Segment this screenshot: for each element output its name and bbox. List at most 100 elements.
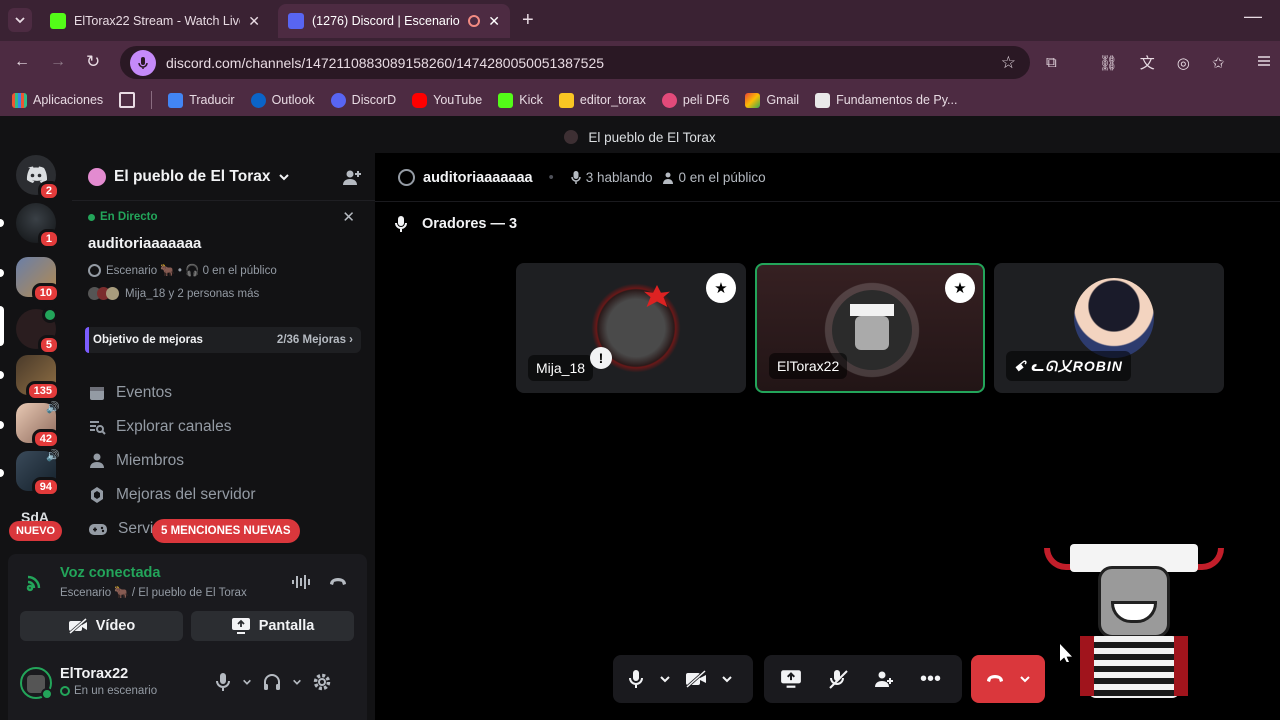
leave-stage-button[interactable] (971, 655, 1045, 703)
invite-people-icon[interactable] (342, 168, 362, 188)
bookmark-youtube[interactable]: YouTube (412, 92, 482, 108)
server-icon-2[interactable]: 10 (16, 257, 60, 303)
separator: • (548, 169, 554, 186)
link-icon[interactable]: ⛓ (1099, 54, 1118, 72)
speaker-icon: 🔊 (46, 450, 60, 462)
divider (151, 91, 153, 109)
disconnect-icon[interactable] (328, 574, 348, 590)
new-tab-icon[interactable]: + (522, 9, 534, 32)
move-to-audience-icon[interactable] (828, 669, 848, 689)
speaker-tile[interactable]: Mija_18 ! ★ (516, 263, 746, 393)
nav-eventos[interactable]: Eventos (88, 384, 172, 402)
reload-icon[interactable]: ↻ (86, 52, 100, 72)
server-name-button[interactable]: El pueblo de El Torax (88, 168, 290, 186)
lens-icon[interactable]: ◎ (1177, 54, 1190, 72)
notification-badge: 5 (37, 335, 60, 355)
back-icon[interactable]: ← (14, 53, 30, 71)
new-badge[interactable]: NUEVO (9, 521, 63, 541)
new-mentions-pill[interactable]: 5 MENCIONES NUEVAS (152, 519, 300, 543)
server-icon-6[interactable]: 🔊 94 (16, 450, 60, 497)
chevron-down-icon (15, 17, 25, 24)
nav-label: Miembros (116, 452, 185, 469)
side-panel-icon[interactable] (1256, 53, 1276, 73)
boost-gem-icon (91, 487, 103, 503)
video-button[interactable]: Vídeo (20, 611, 183, 641)
microphone-icon[interactable] (214, 672, 232, 692)
bookmark-gmail[interactable]: Gmail (745, 92, 799, 108)
nav-miembros[interactable]: Miembros (88, 452, 184, 470)
microphone-icon[interactable] (627, 669, 645, 689)
close-icon[interactable]: ✕ (488, 13, 500, 30)
tab-groups-icon[interactable] (119, 92, 136, 108)
more-options-icon[interactable]: ••• (920, 669, 941, 689)
close-icon[interactable]: ✕ (248, 13, 260, 30)
server-icon-1[interactable]: 1 (16, 203, 60, 249)
unread-indicator (0, 421, 4, 429)
bookmark-kick[interactable]: Kick (498, 92, 543, 108)
voice-status[interactable]: Voz conectada (60, 565, 160, 581)
tab-discord[interactable]: (1276) Discord | Escenario ✕ (278, 4, 510, 38)
screen-share-icon[interactable] (780, 669, 802, 689)
bookmark-fundamentos[interactable]: Fundamentos de Py... (815, 92, 957, 108)
user-name[interactable]: ElTorax22 (60, 666, 128, 682)
chevron-down-icon[interactable] (292, 677, 302, 687)
moderator-icon: ★ (706, 273, 736, 303)
bookmark-traducir[interactable]: Traducir (168, 92, 235, 108)
server-icon (564, 130, 579, 144)
user-status-text: En un escenario (74, 685, 158, 697)
voice-location[interactable]: Escenario 🐂 / El pueblo de El Torax (60, 585, 247, 599)
settings-gear-icon[interactable] (312, 672, 332, 692)
document-icon (815, 92, 831, 108)
speaker-icon: 🔊 (46, 402, 60, 414)
nav-label: Mejoras del servidor (116, 486, 256, 503)
extensions-icon[interactable]: ⧉ (1046, 54, 1057, 71)
stage-title[interactable]: auditoriaaaaaaa (88, 235, 201, 252)
screen-share-button[interactable]: Pantalla (191, 611, 354, 641)
address-bar[interactable]: discord.com/channels/1472110883089158260… (120, 46, 1030, 79)
speaker-tile[interactable]: ꗃ ᓚᘏ乂ROBIN (994, 263, 1224, 393)
tab-kick-stream[interactable]: ElTorax22 Stream - Watch Live o ✕ (40, 4, 270, 38)
noise-suppression-icon[interactable] (291, 574, 313, 590)
speaker-name: ꗃ ᓚᘏ乂ROBIN (1014, 358, 1123, 374)
nav-explorar-canales[interactable]: Explorar canales (88, 418, 231, 436)
stage-info-text: Escenario 🐂 • 🎧 0 en el público (106, 265, 277, 277)
audience-text: 0 en el público (678, 170, 766, 185)
forward-icon[interactable]: → (50, 53, 66, 71)
tab-search-button[interactable] (8, 8, 32, 32)
home-button[interactable]: 2 (16, 155, 60, 201)
invite-to-speak-icon[interactable] (874, 669, 894, 689)
server-icon-5[interactable]: 🔊 42 (16, 402, 60, 449)
bookmark-discord[interactable]: DiscorD (330, 92, 396, 108)
bookmark-star-icon[interactable]: ✩ (1212, 54, 1225, 72)
chevron-down-icon (1020, 676, 1030, 683)
star-icon[interactable]: ☆ (1001, 53, 1016, 73)
bookmark-outlook[interactable]: Outlook (250, 92, 315, 108)
chevron-down-icon[interactable] (242, 677, 252, 687)
camera-off-icon[interactable] (685, 670, 707, 688)
selected-indicator (0, 306, 4, 346)
live-dot-icon (88, 213, 95, 221)
chevron-down-icon[interactable] (659, 673, 671, 685)
minimize-icon[interactable]: — (1244, 6, 1262, 27)
app-window: ElTorax22 Stream - Watch Live o ✕ (1276)… (0, 0, 1280, 720)
nav-servidor[interactable]: Servi (88, 520, 153, 538)
chevron-down-icon[interactable] (721, 673, 733, 685)
nav-mejoras[interactable]: Mejoras del servidor (88, 486, 256, 504)
headphones-icon[interactable] (262, 672, 282, 692)
bookmark-editor-torax[interactable]: editor_torax (558, 92, 646, 108)
stage-icon (60, 686, 70, 696)
mic-icon[interactable] (130, 49, 156, 76)
editor-icon (558, 92, 574, 108)
bookmark-apps[interactable]: Aplicaciones (12, 92, 103, 108)
participants-row[interactable]: Mija_18 y 2 personas más (88, 287, 259, 300)
bookmark-peli[interactable]: peli DF6 (661, 92, 729, 108)
translate-icon[interactable]: 文 (1140, 52, 1155, 73)
server-icon-4[interactable]: 135 (16, 355, 60, 401)
gamepad-icon (89, 524, 107, 535)
speaker-tile-active[interactable]: ElTorax22 ★ (755, 263, 985, 393)
outlook-icon (250, 92, 266, 108)
audience-icon (662, 172, 673, 184)
close-icon[interactable]: ✕ (342, 208, 355, 226)
server-icon-current[interactable]: 5 (16, 307, 60, 355)
boost-goal-bar[interactable]: Objetivo de mejoras 2/36 Mejoras › (85, 327, 361, 353)
